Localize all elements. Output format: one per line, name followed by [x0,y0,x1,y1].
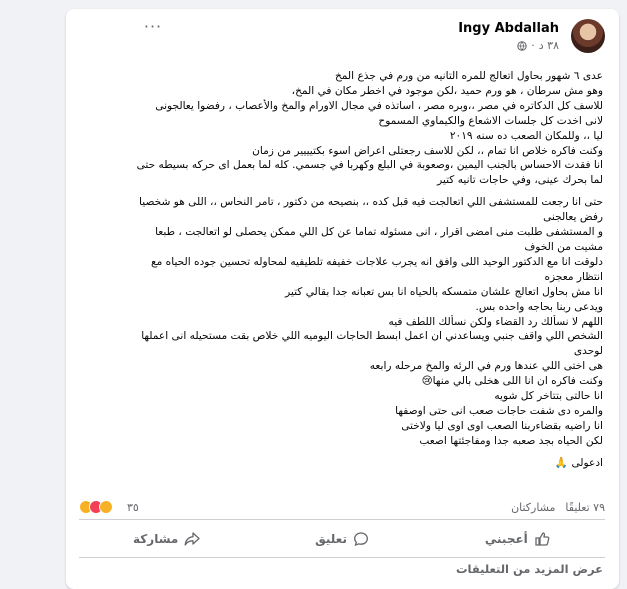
post-body-line: هى اختى اللي عندها ورم في الرئه والمخ مر… [369,360,603,373]
post-body-line: و المستشفى طلبت منى امضى اقرار ، انى مسئ… [155,226,603,239]
shares-count[interactable]: مشاركتان [511,501,555,514]
view-more-comments-link[interactable]: عرض المزيد من التعليقات [456,562,603,576]
post-body-line: لكن الحياه بجد صعبه جدا ومفاجئتها اصعب [419,434,603,447]
post-body: عدى ٦ شهور بحاول اتعالج للمره التانيه من… [83,69,603,471]
post-body-line [83,188,603,195]
post-body-line: ادعولى 🙏 [554,456,603,469]
post-body-line: حتى انا رجعت للمستشفى اللي اتعالجت فيه ق… [139,196,603,209]
globe-icon [517,40,527,51]
post-header: Ingy Abdallah ٣٨ د · ··· [143,19,605,59]
like-icon [535,532,550,546]
engagement-counts: ٧٩ تعليقًا مشاركتان [511,501,605,514]
post-body-line: انا حالتى بتتاخر كل شويه [494,390,603,403]
more-options-icon[interactable]: ··· [143,19,163,39]
share-icon [184,532,200,546]
post-body-line: الشخص اللي واقف جنبي ويساعدني ان اعمل اب… [141,330,603,343]
post-body-line: انتظار معجزه [544,270,603,283]
post-card: Ingy Abdallah ٣٨ د · ··· عدى ٦ شهور بحاو… [66,9,619,589]
comment-icon [354,532,368,547]
comment-label: تعليق [315,532,347,546]
post-body-line: لما بحرك عينى، وفي حاجات تانيه كتير [437,174,603,187]
post-body-line: دلوقت انا مع الدكتور الوحيد اللى وافق ان… [151,255,603,268]
post-body-line: ويدعى ربنا بحاجه واحده بس. [475,300,603,313]
post-body-line: وهو مش سرطان ، هو ورم حميد ،لكن موجود في… [291,84,603,97]
post-body-line: عدى ٦ شهور بحاول اتعالج للمره التانيه من… [334,70,603,82]
share-button[interactable]: مشاركة [79,524,254,554]
divider [79,519,605,520]
like-button[interactable]: أعجبني [430,524,605,554]
post-body-line: والمره دى شفت حاجات صعب انى حتى اوصفها [395,404,603,417]
reactions-summary: ٧٩ تعليقًا مشاركتان ٣٥ [79,500,605,518]
like-label: أعجبني [484,532,528,546]
post-body-line [83,449,603,456]
post-body-line: وكنت فاكره خلاص انا تمام ،، لكن للاسف رج… [252,144,603,157]
comments-count[interactable]: ٧٩ تعليقًا [565,501,605,514]
post-time[interactable]: ٣٨ د [539,39,559,52]
post-meta: ٣٨ د · [517,39,559,52]
post-body-line: للاسف كل الدكاتره في مصر ،،وبره مصر ، اس… [155,99,603,112]
post-body-line: لانى اخدت كل جلسات الاشعاع والكيماوي الم… [378,114,603,127]
post-body-line: رفض يعالجنى [543,211,603,224]
post-body-line: مشيت من الخوف [524,240,603,253]
post-body-line: انا فقدت الاحساس بالجنب اليمين ،وصعوبة ف… [136,159,603,172]
care-reaction-icon [99,500,113,514]
post-body-line: انا مش بحاول اتعالج علشان متمسكه بالحياه… [285,285,603,298]
reaction-icons[interactable] [79,500,113,514]
author-avatar[interactable] [571,19,605,53]
share-label: مشاركة [133,532,179,546]
divider [79,557,605,558]
post-body-line: وكنت فاكره ان انا اللى هخلى بالي منها😢 [421,375,603,388]
reactions-count[interactable]: ٣٥ [127,501,139,514]
comment-button[interactable]: تعليق [254,524,429,554]
post-body-line: لوحدى [573,345,603,358]
post-body-line: اللهم لا نسألك رد القضاء ولكن نسألك اللط… [388,315,603,328]
author-name[interactable]: Ingy Abdallah [458,21,559,36]
post-body-line: انا راضيه بقضاءربنا الصعب اوى اوى ليا ول… [401,419,603,432]
post-actions: أعجبني تعليق مشاركة [79,522,605,556]
post-body-line: ليا ،، وللمكان الصعب ده سنه ٢٠١٩ [449,129,603,142]
